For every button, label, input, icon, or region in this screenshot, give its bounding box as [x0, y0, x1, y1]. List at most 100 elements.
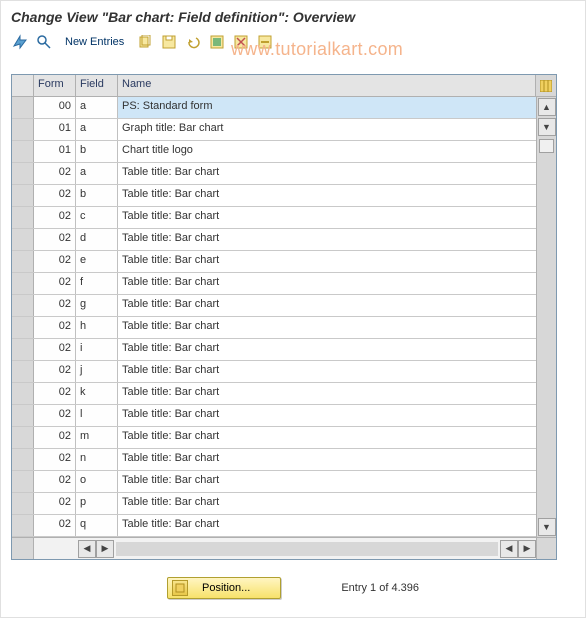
cell-form[interactable]: 02 — [34, 317, 76, 338]
row-selector[interactable] — [12, 361, 34, 382]
delimit-icon[interactable] — [256, 33, 274, 51]
cell-form[interactable]: 02 — [34, 449, 76, 470]
scroll-up-icon[interactable]: ▲ — [538, 98, 556, 116]
select-all-column[interactable] — [12, 75, 34, 96]
cell-name[interactable]: Table title: Bar chart — [118, 273, 536, 294]
table-row[interactable]: 02kTable title: Bar chart — [12, 383, 536, 405]
row-selector[interactable] — [12, 273, 34, 294]
table-row[interactable]: 02lTable title: Bar chart — [12, 405, 536, 427]
cell-field[interactable]: b — [76, 141, 118, 162]
scroll-left-icon[interactable]: ◀ — [78, 540, 96, 558]
row-selector[interactable] — [12, 97, 34, 118]
cell-form[interactable]: 02 — [34, 295, 76, 316]
cell-field[interactable]: a — [76, 97, 118, 118]
scroll-left-end-icon[interactable]: ◀ — [500, 540, 518, 558]
table-row[interactable]: 02dTable title: Bar chart — [12, 229, 536, 251]
table-row[interactable]: 02cTable title: Bar chart — [12, 207, 536, 229]
cell-field[interactable]: b — [76, 185, 118, 206]
cell-name[interactable]: Table title: Bar chart — [118, 361, 536, 382]
configure-columns-icon[interactable] — [536, 75, 556, 96]
position-button[interactable]: Position... — [167, 577, 281, 599]
row-selector[interactable] — [12, 471, 34, 492]
row-selector[interactable] — [12, 207, 34, 228]
row-selector[interactable] — [12, 449, 34, 470]
cell-field[interactable]: e — [76, 251, 118, 272]
table-row[interactable]: 02oTable title: Bar chart — [12, 471, 536, 493]
scroll-bottom-icon[interactable]: ▼ — [538, 518, 556, 536]
cell-name[interactable]: Table title: Bar chart — [118, 493, 536, 514]
cell-form[interactable]: 02 — [34, 427, 76, 448]
table-row[interactable]: 02pTable title: Bar chart — [12, 493, 536, 515]
cell-field[interactable]: c — [76, 207, 118, 228]
cell-name[interactable]: Table title: Bar chart — [118, 339, 536, 360]
table-row[interactable]: 01bChart title logo — [12, 141, 536, 163]
cell-field[interactable]: q — [76, 515, 118, 536]
row-selector[interactable] — [12, 339, 34, 360]
cell-name[interactable]: Table title: Bar chart — [118, 449, 536, 470]
cell-field[interactable]: n — [76, 449, 118, 470]
cell-name[interactable]: Table title: Bar chart — [118, 229, 536, 250]
column-header-field[interactable]: Field — [76, 75, 118, 96]
cell-name[interactable]: Graph title: Bar chart — [118, 119, 536, 140]
table-row[interactable]: 02gTable title: Bar chart — [12, 295, 536, 317]
scroll-right-icon[interactable]: ▶ — [96, 540, 114, 558]
table-row[interactable]: 02bTable title: Bar chart — [12, 185, 536, 207]
toggle-display-icon[interactable] — [11, 33, 29, 51]
cell-name[interactable]: Table title: Bar chart — [118, 405, 536, 426]
cell-field[interactable]: k — [76, 383, 118, 404]
cell-form[interactable]: 02 — [34, 515, 76, 536]
cell-field[interactable]: o — [76, 471, 118, 492]
horizontal-scrollbar[interactable]: ◀ ▶ ◀ ▶ — [12, 537, 556, 559]
cell-form[interactable]: 02 — [34, 493, 76, 514]
cell-name[interactable]: Table title: Bar chart — [118, 427, 536, 448]
table-row[interactable]: 02mTable title: Bar chart — [12, 427, 536, 449]
cell-name[interactable]: Table title: Bar chart — [118, 295, 536, 316]
cell-name[interactable]: PS: Standard form — [118, 97, 536, 118]
row-selector[interactable] — [12, 119, 34, 140]
row-selector[interactable] — [12, 229, 34, 250]
cell-field[interactable]: a — [76, 163, 118, 184]
scroll-thumb[interactable] — [539, 139, 554, 153]
cell-form[interactable]: 01 — [34, 119, 76, 140]
cell-form[interactable]: 02 — [34, 229, 76, 250]
scroll-down-icon[interactable]: ▼ — [538, 118, 556, 136]
copy-icon[interactable] — [136, 33, 154, 51]
cell-name[interactable]: Chart title logo — [118, 141, 536, 162]
table-row[interactable]: 02eTable title: Bar chart — [12, 251, 536, 273]
cell-form[interactable]: 02 — [34, 471, 76, 492]
cell-field[interactable]: f — [76, 273, 118, 294]
scroll-right-end-icon[interactable]: ▶ — [518, 540, 536, 558]
cell-field[interactable]: a — [76, 119, 118, 140]
row-selector[interactable] — [12, 383, 34, 404]
row-selector[interactable] — [12, 163, 34, 184]
cell-form[interactable]: 02 — [34, 383, 76, 404]
cell-field[interactable]: i — [76, 339, 118, 360]
table-row[interactable]: 02fTable title: Bar chart — [12, 273, 536, 295]
table-row[interactable]: 02qTable title: Bar chart — [12, 515, 536, 537]
cell-form[interactable]: 02 — [34, 405, 76, 426]
cell-form[interactable]: 02 — [34, 185, 76, 206]
cell-field[interactable]: j — [76, 361, 118, 382]
cell-form[interactable]: 02 — [34, 273, 76, 294]
cell-name[interactable]: Table title: Bar chart — [118, 163, 536, 184]
row-selector[interactable] — [12, 515, 34, 536]
save-icon[interactable] — [160, 33, 178, 51]
cell-name[interactable]: Table title: Bar chart — [118, 185, 536, 206]
cell-form[interactable]: 00 — [34, 97, 76, 118]
cell-form[interactable]: 02 — [34, 163, 76, 184]
cell-name[interactable]: Table title: Bar chart — [118, 317, 536, 338]
table-row[interactable]: 02aTable title: Bar chart — [12, 163, 536, 185]
row-selector[interactable] — [12, 405, 34, 426]
table-row[interactable]: 02iTable title: Bar chart — [12, 339, 536, 361]
column-header-name[interactable]: Name — [118, 75, 536, 96]
select-all-icon[interactable] — [208, 33, 226, 51]
row-selector[interactable] — [12, 185, 34, 206]
table-row[interactable]: 01aGraph title: Bar chart — [12, 119, 536, 141]
cell-name[interactable]: Table title: Bar chart — [118, 471, 536, 492]
table-row[interactable]: 00aPS: Standard form — [12, 97, 536, 119]
row-selector[interactable] — [12, 317, 34, 338]
cell-field[interactable]: h — [76, 317, 118, 338]
table-row[interactable]: 02hTable title: Bar chart — [12, 317, 536, 339]
cell-form[interactable]: 01 — [34, 141, 76, 162]
row-selector[interactable] — [12, 251, 34, 272]
